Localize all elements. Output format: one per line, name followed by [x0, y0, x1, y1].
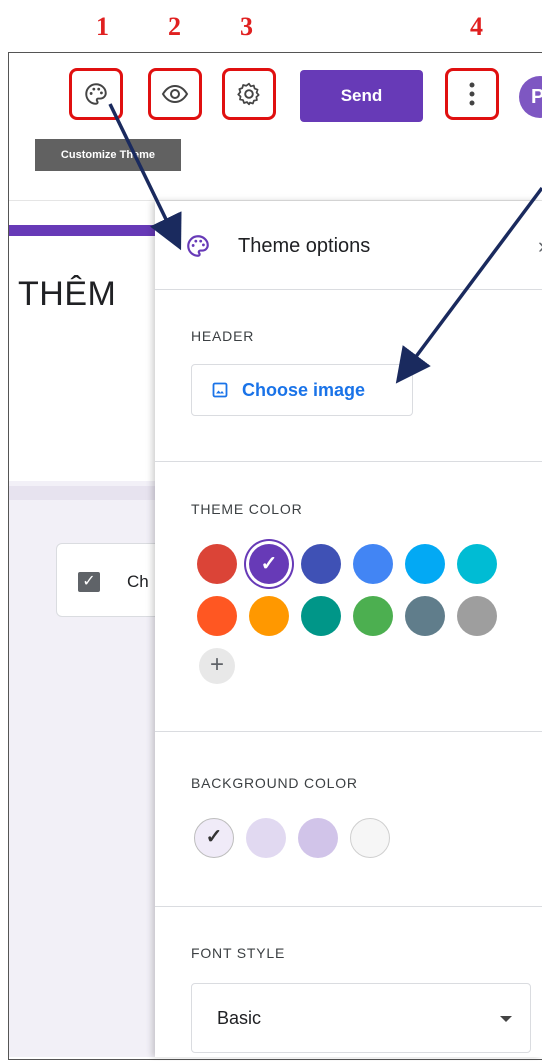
- settings-button[interactable]: [222, 68, 276, 120]
- section-divider: [155, 906, 542, 907]
- background-color-swatch[interactable]: [298, 818, 338, 858]
- header-section-label: HEADER: [191, 328, 255, 344]
- choose-image-label: Choose image: [242, 379, 366, 400]
- form-title[interactable]: THÊM: [18, 275, 116, 314]
- preview-button[interactable]: [148, 68, 202, 120]
- panel-title: Theme options: [238, 235, 371, 257]
- add-custom-color-button[interactable]: +: [199, 648, 235, 684]
- background-color-swatch[interactable]: ✓: [194, 818, 234, 858]
- theme-color-swatch[interactable]: [457, 544, 497, 584]
- send-button[interactable]: Send: [300, 70, 423, 122]
- form-accent-bar: [9, 225, 157, 236]
- close-icon[interactable]: ›: [538, 233, 542, 259]
- theme-color-swatch[interactable]: [405, 596, 445, 636]
- question-label: Ch: [127, 572, 149, 591]
- section-divider: [155, 731, 542, 732]
- theme-color-swatch[interactable]: [301, 596, 341, 636]
- theme-color-swatch[interactable]: [457, 596, 497, 636]
- eye-icon: [161, 84, 189, 104]
- theme-color-swatch[interactable]: [353, 596, 393, 636]
- check-icon: ✓: [260, 553, 278, 575]
- theme-color-swatch[interactable]: [249, 596, 289, 636]
- gear-icon: [237, 82, 260, 106]
- more-options-button[interactable]: [445, 68, 499, 120]
- theme-color-swatch[interactable]: [301, 544, 341, 584]
- customize-theme-tooltip: Customize Theme: [35, 139, 181, 171]
- palette-icon: [85, 83, 107, 105]
- theme-color-swatch[interactable]: [405, 544, 445, 584]
- section-divider: [155, 461, 542, 462]
- font-style-dropdown[interactable]: Basic: [191, 983, 531, 1053]
- palette-icon: [187, 235, 209, 257]
- more-vert-icon: [469, 82, 475, 106]
- background-color-swatch[interactable]: [350, 818, 390, 858]
- theme-color-swatch[interactable]: [353, 544, 393, 584]
- image-icon: [212, 382, 228, 398]
- theme-color-label: THEME COLOR: [191, 501, 303, 517]
- form-title-card: [9, 201, 157, 481]
- check-icon: ✓: [205, 826, 223, 848]
- annotation-1: 1: [96, 12, 109, 41]
- choose-image-button[interactable]: Choose image: [191, 364, 413, 416]
- chevron-down-icon: [500, 1016, 512, 1022]
- annotation-2: 2: [168, 12, 181, 41]
- panel-header: Theme options ›: [155, 201, 542, 290]
- background-color-label: BACKGROUND COLOR: [191, 775, 358, 791]
- theme-color-swatch[interactable]: ✓: [249, 544, 289, 584]
- question-card[interactable]: [56, 543, 168, 617]
- font-style-value: Basic: [217, 1008, 262, 1028]
- font-style-label: FONT STYLE: [191, 945, 286, 961]
- background-color-swatch[interactable]: [246, 818, 286, 858]
- theme-options-panel: Theme options › HEADER Choose image THEM…: [155, 201, 542, 1057]
- annotation-4: 4: [470, 12, 483, 41]
- customize-theme-button[interactable]: [69, 68, 123, 120]
- annotation-3: 3: [240, 12, 253, 41]
- theme-color-swatch[interactable]: [197, 544, 237, 584]
- theme-color-swatch[interactable]: [197, 596, 237, 636]
- form-section-divider: [9, 486, 157, 500]
- checkbox-icon[interactable]: ✓: [78, 572, 100, 592]
